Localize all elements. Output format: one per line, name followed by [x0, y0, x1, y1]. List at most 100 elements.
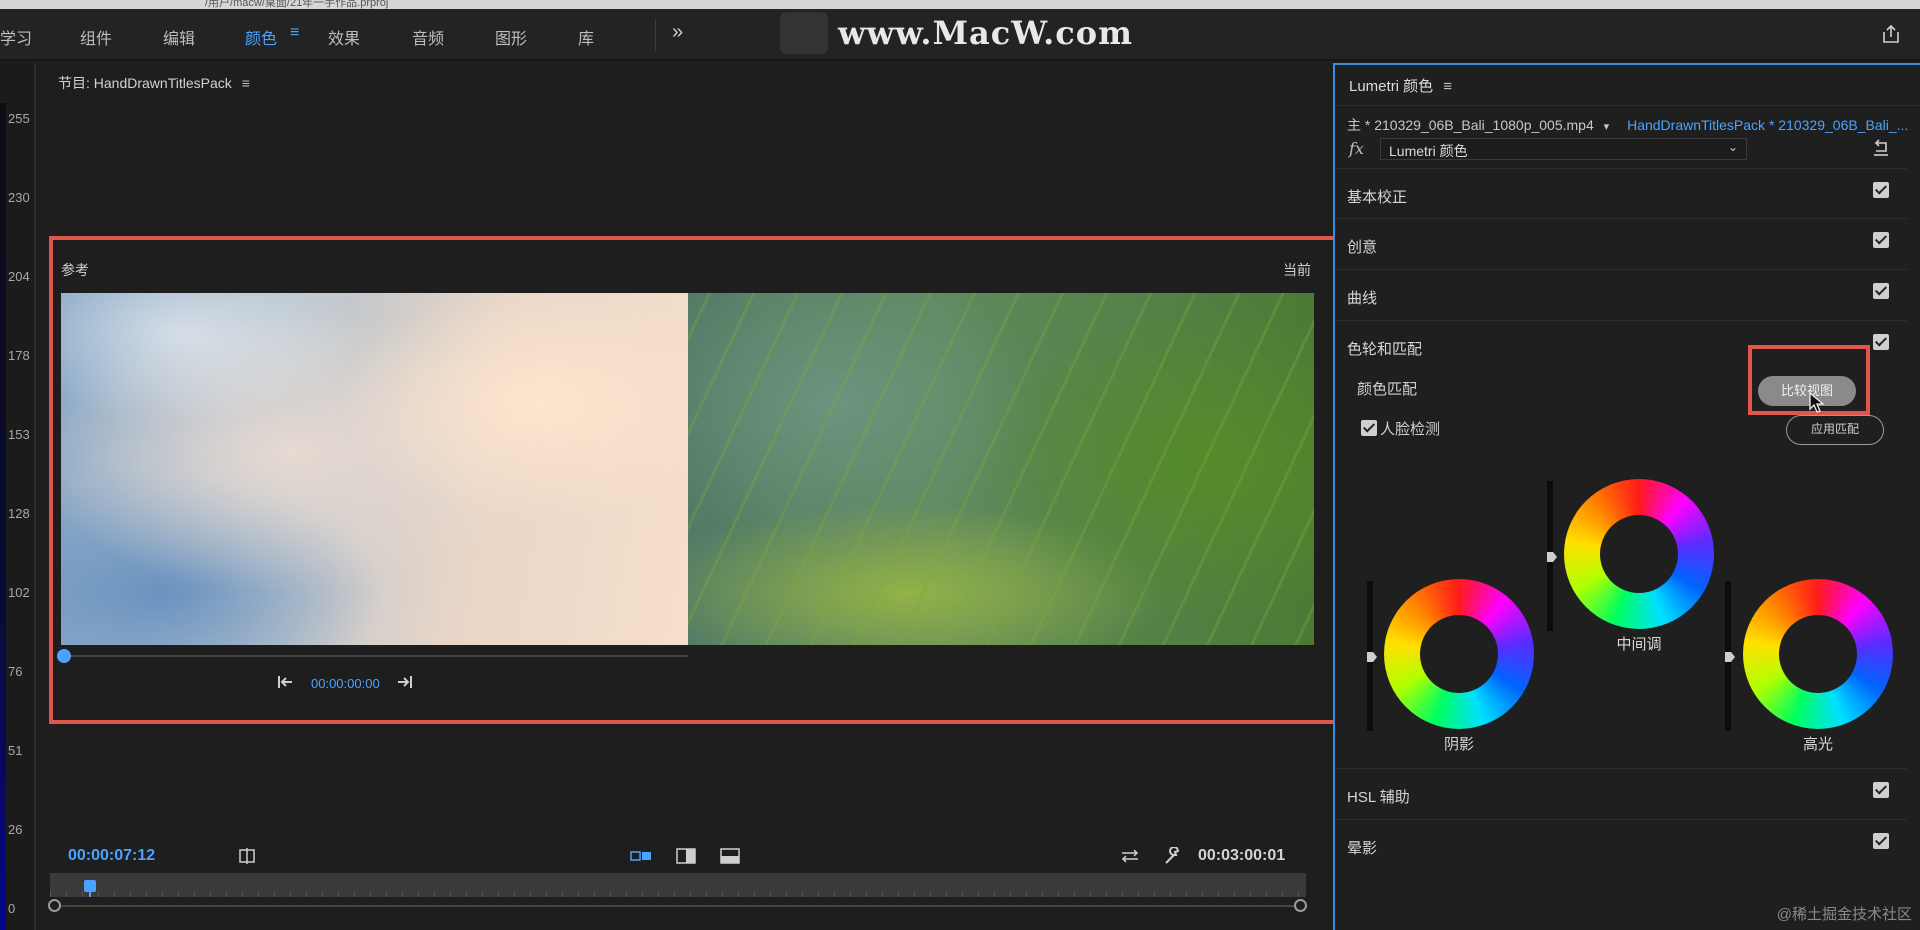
workspace-tab-assembly[interactable]: 组件: [80, 25, 112, 49]
section-enable-checkbox[interactable]: [1873, 283, 1889, 299]
scale-tick: 26: [8, 822, 23, 837]
comparison-view-highlight: 参考 当前 00:00:00:00: [49, 236, 1337, 724]
program-title-text: 节目: HandDrawnTitlesPack: [58, 75, 232, 91]
current-label: 当前: [1283, 262, 1311, 278]
reference-label: 参考: [61, 262, 89, 278]
midtones-label: 中间调: [1616, 636, 1662, 653]
workspace-tab-learn[interactable]: 学习: [0, 25, 32, 49]
section-enable-checkbox[interactable]: [1873, 182, 1889, 198]
lumetri-panel-title: Lumetri 颜色 ≡: [1349, 75, 1452, 96]
section-hsl-secondary[interactable]: HSL 辅助: [1335, 768, 1907, 818]
workspace-tab-color[interactable]: 颜色: [245, 25, 277, 49]
reference-scrubber-track[interactable]: [61, 655, 688, 657]
go-to-in-point-icon[interactable]: [275, 674, 295, 690]
apply-match-button[interactable]: 应用匹配: [1786, 415, 1884, 445]
face-detection-checkbox[interactable]: [1361, 420, 1377, 436]
highlights-color-wheel[interactable]: [1743, 579, 1893, 729]
lumetri-color-panel: Lumetri 颜色 ≡ 主 * 210329_06B_Bali_1080p_00…: [1333, 63, 1920, 930]
zoom-scrollbar[interactable]: [54, 905, 1306, 907]
zoom-scrollbar-end-handle[interactable]: [1294, 899, 1307, 912]
reference-timecode[interactable]: 00:00:00:00: [311, 676, 380, 691]
sequence-clip-link[interactable]: HandDrawnTitlesPack * 210329_06B_Bali_..…: [1627, 117, 1908, 133]
panel-menu-icon[interactable]: ≡: [242, 75, 250, 91]
go-to-out-point-icon[interactable]: [395, 674, 415, 690]
section-label: 晕影: [1347, 840, 1378, 857]
settings-wrench-icon[interactable]: [1162, 847, 1184, 865]
scope-scale: 255 230 204 178 153 128 102 76 51 26 0: [0, 63, 36, 930]
highlights-slider-knob[interactable]: [1725, 652, 1735, 662]
watermark: www.MacW.com: [780, 10, 1133, 56]
program-monitor-title: 节目: HandDrawnTitlesPack ≡: [58, 73, 250, 93]
section-vignette[interactable]: 晕影: [1335, 819, 1907, 869]
duration-timecode: 00:03:00:01: [1198, 847, 1286, 864]
master-clip-dropdown[interactable]: 主 * 210329_06B_Bali_1080p_005.mp4: [1347, 117, 1594, 133]
scale-tick: 0: [8, 901, 16, 916]
scale-tick: 204: [8, 269, 30, 284]
color-match-label: 颜色匹配: [1357, 381, 1418, 398]
section-curves[interactable]: 曲线: [1335, 269, 1907, 319]
reference-scrubber-handle[interactable]: [57, 649, 71, 663]
section-label: 创意: [1347, 239, 1378, 256]
current-frame-image: [688, 293, 1314, 645]
panel-menu-icon[interactable]: ≡: [1443, 78, 1452, 95]
face-detection-label: 人脸检测: [1380, 421, 1441, 438]
workspace-tab-effects[interactable]: 效果: [328, 25, 360, 49]
playhead-timecode[interactable]: 00:00:07:12: [68, 847, 155, 865]
workspace-divider: [655, 19, 656, 51]
panel-divider: [1335, 105, 1920, 106]
more-workspaces-icon[interactable]: »: [672, 21, 683, 44]
section-label: 曲线: [1347, 290, 1378, 307]
program-timeline-ruler[interactable]: [50, 873, 1306, 897]
swap-sides-icon[interactable]: [1119, 847, 1141, 865]
section-enable-checkbox[interactable]: [1873, 833, 1889, 849]
effect-select-value: Lumetri 颜色: [1389, 143, 1468, 159]
project-path-strip: /用户/macw/桌面/21年一手作品.prproj: [0, 0, 1920, 9]
section-label: 基本校正: [1347, 189, 1408, 206]
shadows-slider-knob[interactable]: [1367, 652, 1377, 662]
shadows-color-wheel[interactable]: [1384, 579, 1534, 729]
workspace-tab-libraries[interactable]: 库: [578, 25, 594, 49]
vertical-split-view-icon[interactable]: [675, 847, 697, 865]
horizontal-split-view-icon[interactable]: [719, 847, 741, 865]
fit-frame-icon[interactable]: [236, 847, 258, 865]
scope-waveform-strip: [0, 103, 6, 930]
zoom-scrollbar-start-handle[interactable]: [48, 899, 61, 912]
scale-tick: 102: [8, 585, 30, 600]
shadows-label: 阴影: [1443, 736, 1474, 753]
section-enable-checkbox[interactable]: [1873, 232, 1889, 248]
project-path: /用户/macw/桌面/21年一手作品.prproj: [205, 0, 389, 9]
section-label: 色轮和匹配: [1347, 341, 1423, 358]
chevron-down-icon: ⌄: [1727, 140, 1738, 154]
workspace-menu-icon[interactable]: ≡: [290, 24, 299, 42]
chevron-down-icon[interactable]: ▾: [1604, 121, 1610, 133]
clip-selector: 主 * 210329_06B_Bali_1080p_005.mp4 ▾ Hand…: [1347, 115, 1908, 135]
compare-view-button[interactable]: 比较视图: [1758, 376, 1856, 406]
workspace-tab-editing[interactable]: 编辑: [163, 25, 195, 49]
program-monitor: 节目: HandDrawnTitlesPack ≡ 参考 当前 00:00:00:…: [38, 63, 1337, 930]
workspace-bar: 学习 组件 编辑 颜色 ≡ 效果 音频 图形 库 » www.MacW.com: [0, 9, 1920, 61]
midtones-color-wheel[interactable]: [1564, 479, 1714, 629]
scale-tick: 51: [8, 743, 23, 758]
reset-effect-icon[interactable]: [1871, 138, 1891, 158]
scale-tick: 255: [8, 111, 30, 126]
watermark-text: www.MacW.com: [838, 14, 1133, 52]
share-export-icon[interactable]: [1880, 23, 1902, 45]
section-enable-checkbox[interactable]: [1873, 782, 1889, 798]
playhead-line: [89, 891, 91, 897]
reference-frame-image: [61, 293, 688, 645]
section-creative[interactable]: 创意: [1335, 218, 1907, 268]
scale-tick: 230: [8, 190, 30, 205]
fx-icon: fx: [1349, 139, 1364, 158]
effect-select[interactable]: Lumetri 颜色 ⌄: [1380, 138, 1747, 160]
section-basic-correction[interactable]: 基本校正: [1335, 168, 1907, 218]
highlights-label: 高光: [1802, 736, 1833, 753]
source-credit: @稀土掘金技术社区: [1776, 906, 1912, 923]
midtones-slider-knob[interactable]: [1547, 552, 1557, 562]
workspace-tab-audio[interactable]: 音频: [412, 25, 444, 49]
section-enable-checkbox[interactable]: [1873, 334, 1889, 350]
workspace-tab-graphics[interactable]: 图形: [495, 25, 527, 49]
side-by-side-view-icon[interactable]: [630, 847, 652, 865]
timeline-ticks: [50, 891, 1306, 897]
scale-tick: 153: [8, 427, 30, 442]
watermark-logo: [780, 12, 828, 54]
